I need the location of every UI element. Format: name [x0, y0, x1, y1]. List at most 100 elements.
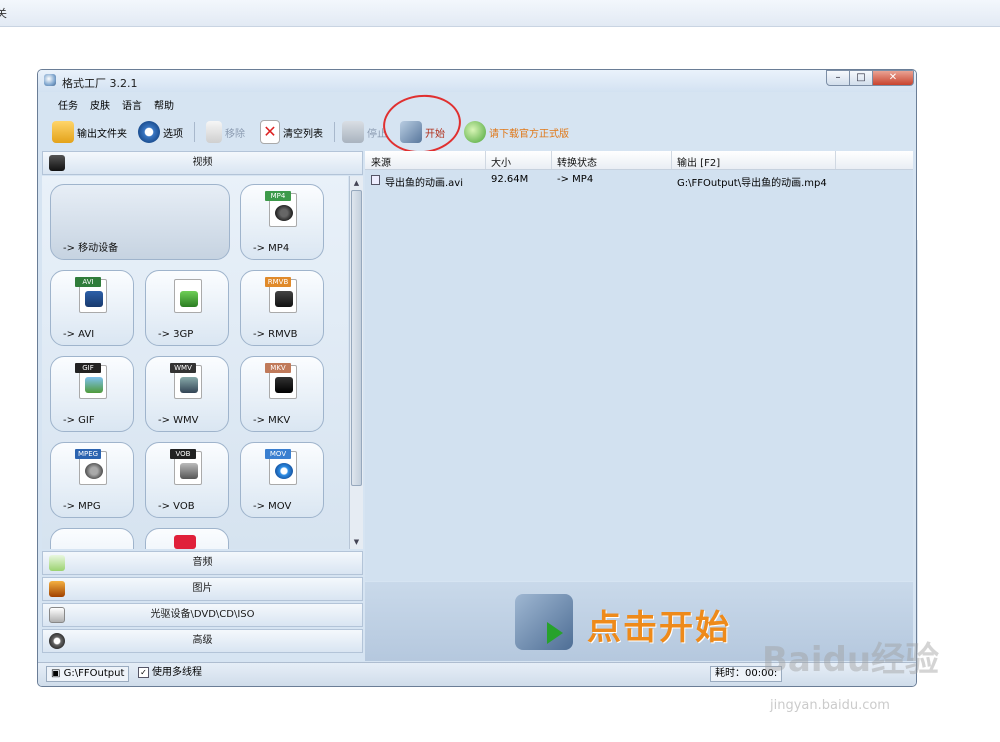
- column-size[interactable]: 大小: [491, 154, 511, 169]
- real-media-icon: [275, 291, 293, 307]
- file-tag: VOB: [170, 449, 196, 459]
- file-tag: AVI: [75, 277, 101, 287]
- tile-avi[interactable]: AVI -> AVI: [50, 270, 134, 346]
- category-disc[interactable]: 光驱设备\DVD\CD\ISO: [42, 603, 363, 627]
- output-path-box[interactable]: ▣ G:\FFOutput: [46, 666, 130, 682]
- category-video[interactable]: 视频: [42, 151, 363, 175]
- task-output: G:\FFOutput\导出鱼的动画.mp4: [677, 178, 827, 189]
- task-row[interactable]: 导出鱼的动画.avi 92.64M -> MP4 G:\FFOutput\导出鱼…: [365, 171, 913, 189]
- video-format-grid: -> 移动设备 MP4 -> MP4 AVI -> AVI -> 3GP RMV…: [42, 176, 348, 549]
- tile-label: -> VOB: [158, 501, 195, 512]
- close-button[interactable]: ✕: [872, 70, 914, 86]
- tile-label: -> MP4: [253, 243, 290, 254]
- tile-3gp[interactable]: -> 3GP: [145, 270, 229, 346]
- camcorder-icon: [180, 377, 198, 393]
- stop-button[interactable]: 停止: [342, 119, 387, 145]
- film-reel-icon: [85, 463, 103, 479]
- tile-label: -> GIF: [63, 415, 95, 426]
- scroll-down-arrow-icon[interactable]: ▼: [351, 536, 362, 548]
- multithread-checkbox[interactable]: ✓: [138, 666, 149, 678]
- task-source: 导出鱼的动画.avi: [385, 178, 464, 189]
- column-divider[interactable]: [485, 151, 486, 169]
- download-official-label: 请下载官方正式版: [489, 128, 569, 140]
- menu-task[interactable]: 任务: [58, 97, 78, 112]
- clear-x-icon: ✕: [260, 120, 280, 144]
- file-tag: RMVB: [265, 277, 291, 287]
- film-strip-icon: [85, 291, 103, 307]
- menu-help[interactable]: 帮助: [154, 97, 174, 112]
- phone-icon: [180, 291, 198, 307]
- category-advanced-label: 高级: [192, 635, 213, 646]
- menu-skin[interactable]: 皮肤: [90, 97, 110, 112]
- download-official-button[interactable]: 请下载官方正式版: [464, 119, 569, 145]
- start-film-icon: [515, 594, 573, 650]
- disc-video-icon: [180, 463, 198, 479]
- remove-button[interactable]: 移除: [206, 119, 245, 145]
- category-audio[interactable]: 音频: [42, 551, 363, 575]
- tile-label: -> RMVB: [253, 329, 298, 340]
- tile-gif[interactable]: GIF -> GIF: [50, 356, 134, 432]
- window-title: 格式工厂 3.2.1: [62, 77, 138, 90]
- tile-mp4[interactable]: MP4 -> MP4: [240, 184, 324, 260]
- category-video-label: 视频: [192, 157, 213, 168]
- tile-mov[interactable]: MOV -> MOV: [240, 442, 324, 518]
- tile-wmv[interactable]: WMV -> WMV: [145, 356, 229, 432]
- tile-partial[interactable]: [145, 528, 229, 549]
- scroll-up-arrow-icon[interactable]: ▲: [351, 177, 362, 189]
- tile-label: -> 移动设备: [63, 243, 119, 254]
- grid-scrollbar[interactable]: ▲ ▼: [349, 176, 363, 549]
- task-status: -> MP4: [557, 174, 594, 185]
- title-bar[interactable]: 格式工厂 3.2.1 – □ ✕: [38, 70, 916, 92]
- multithread-label: 使用多线程: [152, 667, 202, 678]
- task-list: 来源 大小 转换状态 输出 [F2] 导出鱼的动画.avi 92.64M -> …: [365, 151, 913, 581]
- browser-edge-text: 关: [0, 7, 7, 20]
- column-source[interactable]: 来源: [371, 154, 391, 169]
- options-button[interactable]: 选项: [138, 119, 183, 145]
- multithread-option[interactable]: ✓ 使用多线程: [134, 666, 206, 682]
- minimize-button[interactable]: –: [826, 70, 850, 86]
- tile-mkv[interactable]: MKV -> MKV: [240, 356, 324, 432]
- baidu-watermark: Baidu经验 jingyan.baidu.com: [762, 632, 952, 722]
- disc-drive-icon: [49, 607, 65, 623]
- clear-list-button[interactable]: ✕ 清空列表: [260, 119, 323, 145]
- tile-partial[interactable]: [50, 528, 134, 549]
- tile-mobile-device[interactable]: -> 移动设备: [50, 184, 230, 260]
- output-folder-button[interactable]: 输出文件夹: [52, 119, 127, 145]
- film-clapper-icon: [49, 155, 65, 171]
- output-path: G:\FFOutput: [63, 668, 125, 679]
- quicktime-icon: [275, 463, 293, 479]
- picture-icon: [85, 377, 103, 393]
- category-image[interactable]: 图片: [42, 577, 363, 601]
- gear-icon: [138, 121, 160, 143]
- tile-label: -> MKV: [253, 415, 291, 426]
- menu-language[interactable]: 语言: [122, 97, 142, 112]
- toolbar: 输出文件夹 选项 移除 ✕ 清空列表 停止 开始 请下载官方正式版: [42, 114, 912, 150]
- film-reel-icon: [275, 205, 293, 221]
- watermark-text: Baidu经验: [762, 640, 940, 680]
- tile-rmvb[interactable]: RMVB -> RMVB: [240, 270, 324, 346]
- browser-top-strip: 关: [0, 0, 1000, 27]
- column-divider[interactable]: [551, 151, 552, 169]
- column-output[interactable]: 输出 [F2]: [677, 154, 720, 169]
- column-status[interactable]: 转换状态: [557, 154, 597, 169]
- tile-mpg[interactable]: MPEG -> MPG: [50, 442, 134, 518]
- category-disc-label: 光驱设备\DVD\CD\ISO: [150, 609, 255, 620]
- music-note-icon: [49, 555, 65, 571]
- clear-list-label: 清空列表: [283, 128, 323, 140]
- scroll-thumb[interactable]: [351, 190, 362, 486]
- file-tag: MOV: [265, 449, 291, 459]
- category-audio-label: 音频: [192, 557, 213, 568]
- tile-vob[interactable]: VOB -> VOB: [145, 442, 229, 518]
- column-divider[interactable]: [835, 151, 836, 169]
- file-tag: MP4: [265, 191, 291, 201]
- options-label: 选项: [163, 128, 183, 140]
- remove-label: 移除: [225, 128, 245, 140]
- category-advanced[interactable]: 高级: [42, 629, 363, 653]
- file-tag: MPEG: [75, 449, 101, 459]
- gears-icon: [49, 633, 65, 649]
- globe-icon: [464, 121, 486, 143]
- tile-label: -> MPG: [63, 501, 101, 512]
- column-divider[interactable]: [671, 151, 672, 169]
- folder-icon: [52, 121, 74, 143]
- maximize-button[interactable]: □: [849, 70, 873, 86]
